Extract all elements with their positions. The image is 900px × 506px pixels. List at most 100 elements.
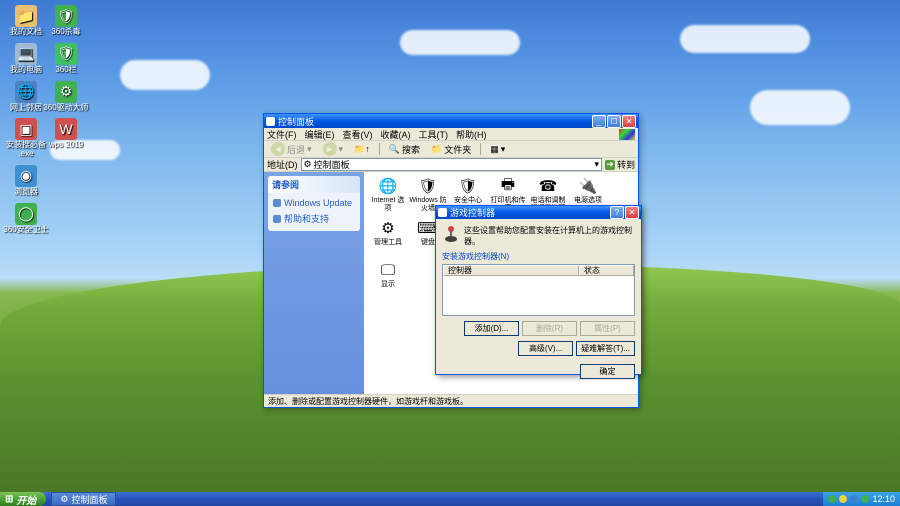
ok-button[interactable]: 确定 (580, 364, 635, 379)
icon-label: 电源选项 (574, 197, 602, 205)
views-button[interactable]: ▦▾ (486, 143, 509, 156)
side-panel-title[interactable]: 请参阅 (268, 176, 360, 193)
desktop-icon-wps[interactable]: Wwps 2019 (48, 118, 84, 150)
dialog-close-button[interactable]: ✕ (625, 206, 639, 219)
dialog-titlebar[interactable]: 游戏控制器 ? ✕ (436, 206, 641, 219)
menu-edit[interactable]: 编辑(E) (305, 128, 335, 141)
controllers-list[interactable]: 控制器 状态 (442, 264, 635, 316)
desktop-icon-network[interactable]: 🌐网上邻居 (8, 81, 44, 113)
forward-button[interactable]: ► ▾ (319, 141, 348, 157)
360drv-icon: ⚙ (55, 81, 77, 103)
menu-favorites[interactable]: 收藏(A) (381, 128, 411, 141)
search-icon: 🔍 (389, 144, 400, 155)
desktop-icon-my-computer[interactable]: 💻我的电脑 (8, 43, 44, 75)
statusbar: 添加、删除或配置游戏控制器硬件，如游戏杆和游戏板。 (264, 394, 638, 407)
security-center-icon: 🛡 (458, 176, 478, 196)
install-se-icon: ▣ (15, 118, 37, 140)
tray-icon[interactable] (861, 495, 869, 503)
start-button[interactable]: 开始 (0, 492, 46, 506)
cloud (680, 25, 810, 53)
browser-icon: ◉ (15, 165, 37, 187)
go-button[interactable]: ➜ 转到 (605, 158, 635, 171)
desktop-icon-360drv[interactable]: ⚙360驱动大师 (48, 81, 84, 113)
col-status[interactable]: 状态 (579, 265, 634, 276)
add-button[interactable]: 添加(D)... (464, 321, 519, 336)
network-icon: 🌐 (15, 81, 37, 103)
windows-logo-icon (619, 129, 635, 140)
go-arrow-icon: ➜ (605, 160, 615, 170)
menu-help[interactable]: 帮助(H) (456, 128, 487, 141)
maximize-button[interactable]: ☐ (607, 115, 621, 128)
360safe-icon: ◯ (15, 203, 37, 225)
dropdown-arrow-icon[interactable]: ▾ (594, 159, 599, 170)
windows-update-link[interactable]: Windows Update (272, 196, 356, 210)
address-bar: 地址(D) ⚙ 控制面板 ▾ ➜ 转到 (264, 158, 638, 172)
col-controller[interactable]: 控制器 (443, 265, 579, 276)
printers-fax-icon: 🖶 (498, 176, 518, 196)
desktop-icon-360se[interactable]: 🛡360栏 (48, 43, 84, 75)
search-button[interactable]: 🔍 搜索 (385, 142, 424, 157)
joystick-icon (442, 225, 460, 243)
cloud (120, 60, 210, 90)
help-button[interactable]: ? (610, 206, 624, 219)
cp-icon-display[interactable]: 🖵显示 (368, 260, 408, 302)
wps-icon: W (55, 118, 77, 140)
cp-icon-admin-tools[interactable]: ⚙管理工具 (368, 218, 408, 260)
icon-label: 显示 (381, 281, 395, 289)
icon-label: wps 2019 (49, 141, 83, 150)
troubleshoot-button[interactable]: 疑难解答(T)... (576, 341, 635, 356)
address-label: 地址(D) (267, 158, 298, 171)
advanced-button[interactable]: 高级(V)... (518, 341, 573, 356)
tray-icon[interactable] (850, 495, 858, 503)
tray-icon[interactable] (828, 495, 836, 503)
menu-file[interactable]: 文件(F) (267, 128, 297, 141)
desktop-icon-360av[interactable]: 🛡360杀毒 (48, 5, 84, 37)
icon-label: 安全中心 (454, 197, 482, 205)
group-label: 安装游戏控制器(N) (442, 251, 635, 262)
desktop: 📁我的文档💻我的电脑🌐网上邻居▣安装搜必备.exe◉浏览器◯360安全卫士 🛡3… (0, 0, 900, 506)
up-button[interactable]: 📁↑ (350, 143, 374, 156)
icon-label: 360杀毒 (51, 28, 80, 37)
desktop-icon-360safe[interactable]: ◯360安全卫士 (8, 203, 44, 235)
cloud (750, 90, 850, 125)
display-icon: 🖵 (378, 260, 398, 280)
address-input[interactable]: ⚙ 控制面板 ▾ (301, 158, 602, 171)
icon-label: 键盘 (421, 239, 435, 247)
views-icon: ▦ (490, 144, 499, 155)
separator (379, 143, 380, 155)
menu-tools[interactable]: 工具(T) (419, 128, 449, 141)
windows-firewall-icon: 🛡 (418, 176, 438, 196)
menu-view[interactable]: 查看(V) (343, 128, 373, 141)
titlebar[interactable]: 控制面板 _ ☐ ✕ (264, 114, 638, 128)
desktop-icon-my-documents[interactable]: 📁我的文档 (8, 5, 44, 37)
menubar: 文件(F) 编辑(E) 查看(V) 收藏(A) 工具(T) 帮助(H) (264, 128, 638, 141)
folders-button[interactable]: 📁 文件夹 (427, 142, 475, 157)
icon-label: Internet 选项 (372, 197, 405, 212)
remove-button: 删除(R) (522, 321, 577, 336)
close-button[interactable]: ✕ (622, 115, 636, 128)
help-support-link[interactable]: 帮助和支持 (272, 210, 356, 227)
toolbar: ◄ 后退 ▾ ► ▾ 📁↑ 🔍 搜索 📁 文件夹 ▦▾ (264, 141, 638, 158)
back-arrow-icon: ◄ (271, 142, 285, 156)
separator (480, 143, 481, 155)
game-controllers-dialog: 游戏控制器 ? ✕ 这些设置帮助您配置安装在计算机上的游戏控制器。 安装游戏控制… (435, 205, 642, 375)
icon-label: 我的电脑 (10, 66, 42, 75)
icon-label: 浏览器 (14, 188, 38, 197)
cp-icon-internet-options[interactable]: 🌐Internet 选项 (368, 176, 408, 218)
clock[interactable]: 12:10 (872, 494, 895, 504)
back-button[interactable]: ◄ 后退 ▾ (267, 141, 316, 157)
forward-arrow-icon: ► (323, 142, 337, 156)
desktop-icon-browser[interactable]: ◉浏览器 (8, 165, 44, 197)
minimize-button[interactable]: _ (592, 115, 606, 128)
desktop-icon-install-se[interactable]: ▣安装搜必备.exe (8, 118, 44, 159)
dialog-title: 游戏控制器 (450, 206, 495, 219)
system-tray[interactable]: 12:10 (823, 492, 900, 506)
taskbar-item-control-panel[interactable]: ⚙ 控制面板 (51, 492, 116, 506)
360av-icon: 🛡 (55, 5, 77, 27)
folder-up-icon: 📁↑ (354, 144, 370, 155)
360se-icon: 🛡 (55, 43, 77, 65)
window-title: 控制面板 (278, 115, 314, 128)
tray-icon[interactable] (839, 495, 847, 503)
cloud (400, 30, 520, 55)
my-computer-icon: 💻 (15, 43, 37, 65)
